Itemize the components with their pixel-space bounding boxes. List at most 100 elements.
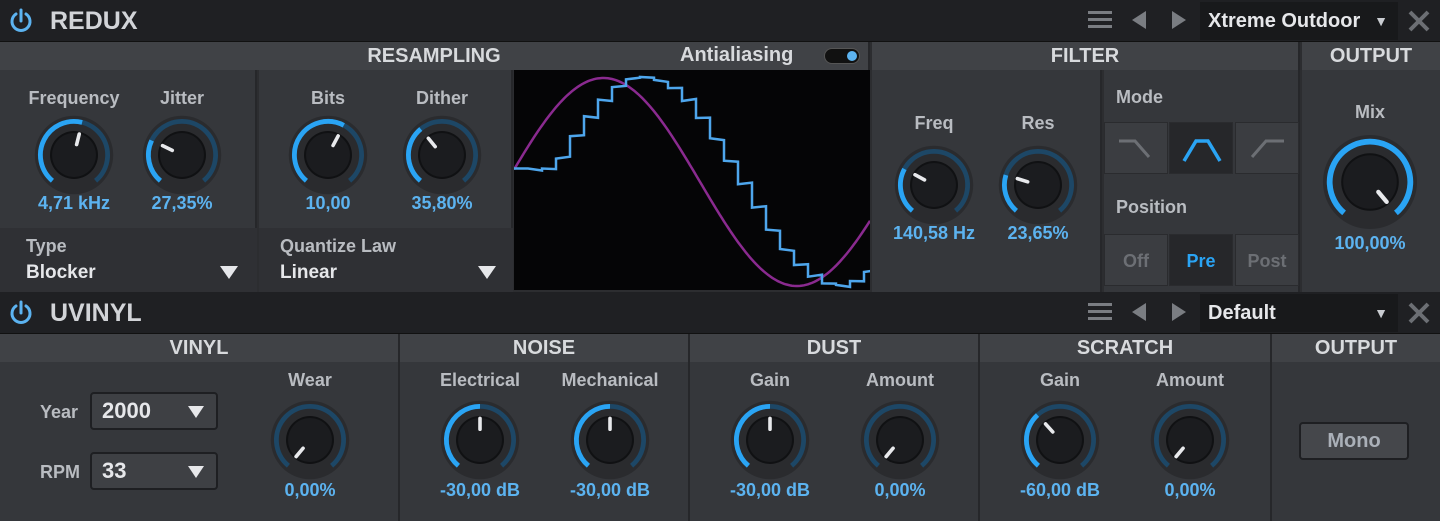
uvinyl-preset-name: Default xyxy=(1208,302,1276,324)
bits-knob[interactable] xyxy=(288,115,368,195)
dust-header: DUST xyxy=(690,334,980,362)
power-icon[interactable] xyxy=(8,8,34,34)
antialiasing-label: Antialiasing xyxy=(680,44,794,66)
redux-title: REDUX xyxy=(50,7,138,35)
vinyl-header: VINYL xyxy=(0,334,400,362)
year-label: Year xyxy=(40,402,79,422)
dust-gain-label: Gain xyxy=(749,370,790,390)
redux-output-header: OUTPUT xyxy=(1302,42,1440,70)
scratch-gain-value: -60,00 dB xyxy=(1019,480,1101,500)
position-pre-button[interactable]: Pre xyxy=(1169,234,1233,286)
bits-value: 10,00 xyxy=(305,193,351,213)
dropdown-caret-icon xyxy=(220,266,238,279)
electrical-label: Electrical xyxy=(439,370,521,390)
type-value: Blocker xyxy=(26,262,96,283)
uvinyl-titlebar: UVINYL Default ▼ xyxy=(0,292,1440,334)
mix-knob[interactable] xyxy=(1322,134,1418,230)
resampling-title: RESAMPLING xyxy=(367,45,501,67)
vinyl-title: VINYL xyxy=(169,337,229,359)
redux-titlebar: REDUX Xtreme Outdoor ▼ xyxy=(0,0,1440,42)
mechanical-knob[interactable] xyxy=(570,400,650,480)
close-icon[interactable] xyxy=(1408,10,1430,32)
dust-title: DUST xyxy=(806,337,862,359)
dropdown-caret-icon: ▼ xyxy=(1374,13,1388,29)
dither-label: Dither xyxy=(415,88,468,108)
next-arrow-icon[interactable] xyxy=(1172,303,1186,321)
mix-value: 100,00% xyxy=(1334,233,1406,253)
highpass-mode-button[interactable] xyxy=(1235,122,1299,174)
highpass-icon xyxy=(1250,139,1284,158)
filter-res-knob[interactable] xyxy=(998,145,1078,225)
position-post-button[interactable]: Post xyxy=(1235,234,1299,286)
mechanical-value: -30,00 dB xyxy=(569,480,651,500)
rpm-value: 33 xyxy=(102,458,127,483)
dust-amount-knob[interactable] xyxy=(860,400,940,480)
dust-gain-value: -30,00 dB xyxy=(729,480,811,500)
power-icon[interactable] xyxy=(8,300,34,326)
jitter-label: Jitter xyxy=(159,88,204,108)
waveform-scope xyxy=(514,70,870,290)
year-select[interactable]: 2000 xyxy=(90,392,218,430)
dither-value: 35,80% xyxy=(411,193,473,213)
frequency-knob[interactable] xyxy=(34,115,114,195)
prev-arrow-icon[interactable] xyxy=(1132,11,1146,29)
scratch-header: SCRATCH xyxy=(980,334,1272,362)
lowpass-icon xyxy=(1119,139,1151,158)
mono-button[interactable]: Mono xyxy=(1299,422,1409,460)
scratch-amount-value: 0,00% xyxy=(1164,480,1216,500)
rpm-select[interactable]: 33 xyxy=(90,452,218,490)
dust-gain-knob[interactable] xyxy=(730,400,810,480)
position-off-button[interactable]: Off xyxy=(1104,234,1168,286)
dropdown-caret-icon: ▼ xyxy=(1374,305,1388,321)
mode-label: Mode xyxy=(1116,87,1163,107)
dust-amount-label: Amount xyxy=(866,370,934,390)
dropdown-caret-icon xyxy=(478,266,496,279)
type-label: Type xyxy=(26,236,67,256)
uvinyl-preset-selector[interactable]: Default ▼ xyxy=(1200,294,1398,332)
filter-freq-knob[interactable] xyxy=(894,145,974,225)
filter-res-value: 23,65% xyxy=(1007,223,1069,243)
wear-label: Wear xyxy=(288,370,332,390)
type-dropdown[interactable]: Type Blocker xyxy=(0,228,257,292)
dropdown-caret-icon xyxy=(188,466,204,478)
noise-header: NOISE xyxy=(400,334,690,362)
scratch-amount-knob[interactable] xyxy=(1150,400,1230,480)
redux-preset-name: Xtreme Outdoor xyxy=(1208,10,1361,32)
hamburger-menu-icon[interactable] xyxy=(1088,10,1112,30)
wear-value: 0,00% xyxy=(284,480,336,500)
scratch-amount-label: Amount xyxy=(1156,370,1224,390)
uvinyl-title: UVINYL xyxy=(50,299,142,327)
bits-label: Bits xyxy=(310,88,345,108)
jitter-knob[interactable] xyxy=(142,115,222,195)
position-label: Position xyxy=(1116,197,1187,217)
scratch-gain-knob[interactable] xyxy=(1020,400,1100,480)
electrical-knob[interactable] xyxy=(440,400,520,480)
wear-knob[interactable] xyxy=(270,400,350,480)
next-arrow-icon[interactable] xyxy=(1172,11,1186,29)
frequency-label: Frequency xyxy=(28,88,120,108)
mechanical-label: Mechanical xyxy=(561,370,659,390)
filter-header: FILTER xyxy=(872,42,1300,70)
antialiasing-toggle[interactable] xyxy=(824,48,860,64)
noise-title: NOISE xyxy=(512,337,576,359)
year-value: 2000 xyxy=(102,398,151,423)
close-icon[interactable] xyxy=(1408,302,1430,324)
dropdown-caret-icon xyxy=(188,406,204,418)
electrical-value: -30,00 dB xyxy=(439,480,521,500)
lowpass-mode-button[interactable] xyxy=(1104,122,1168,174)
quantize-law-dropdown[interactable]: Quantize Law Linear xyxy=(259,228,513,292)
dust-amount-value: 0,00% xyxy=(874,480,926,500)
jitter-value: 27,35% xyxy=(151,193,213,213)
redux-output-title: OUTPUT xyxy=(1329,45,1413,67)
uvinyl-output-header: OUTPUT xyxy=(1272,334,1440,362)
mix-label: Mix xyxy=(1354,102,1385,122)
hamburger-menu-icon[interactable] xyxy=(1088,302,1112,322)
filter-freq-label: Freq xyxy=(914,113,954,133)
prev-arrow-icon[interactable] xyxy=(1132,303,1146,321)
redux-preset-selector[interactable]: Xtreme Outdoor ▼ xyxy=(1200,2,1398,40)
bandpass-mode-button[interactable] xyxy=(1169,122,1233,174)
bandpass-icon xyxy=(1182,139,1222,162)
filter-title: FILTER xyxy=(1050,45,1120,67)
rpm-label: RPM xyxy=(40,462,80,482)
dither-knob[interactable] xyxy=(402,115,482,195)
